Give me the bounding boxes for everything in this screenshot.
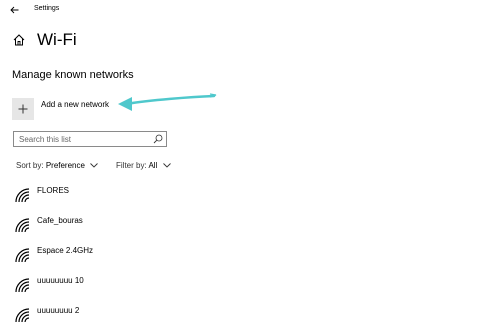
annotation-arrow [118, 93, 217, 111]
network-name: Espace 2.4GHz [37, 246, 94, 255]
chevron-down-icon [162, 163, 171, 169]
wifi-icon [15, 248, 30, 263]
wifi-icon [15, 278, 30, 293]
network-item[interactable]: FLORES [12, 180, 312, 210]
back-button[interactable] [6, 2, 22, 18]
network-item[interactable]: uuuuuuuu 10 [12, 270, 312, 300]
app-title: Settings [34, 5, 60, 12]
search-box [13, 131, 167, 147]
network-name: Cafe_bouras [37, 216, 83, 225]
plus-icon [18, 104, 28, 114]
chevron-down-icon [90, 163, 99, 169]
home-icon[interactable] [12, 33, 26, 47]
network-item[interactable]: uuuuuuuu 2 [12, 300, 312, 330]
page-title: Wi-Fi [37, 30, 77, 49]
add-network-label: Add a new network [41, 99, 110, 109]
search-input[interactable] [14, 132, 150, 146]
section-title: Manage known networks [12, 69, 134, 81]
network-item[interactable]: Espace 2.4GHz [12, 240, 312, 270]
title-bar: Settings [0, 0, 492, 20]
search-icon[interactable] [153, 134, 163, 144]
wifi-icon [15, 308, 30, 323]
back-arrow-icon [9, 6, 18, 14]
sort-value: Preference [45, 161, 85, 170]
network-name: FLORES [37, 186, 70, 195]
sort-label: Sort by: [16, 161, 44, 170]
network-name: uuuuuuuu 10 [37, 276, 84, 285]
filter-label: Filter by: [116, 161, 147, 170]
filter-value: All [148, 161, 158, 170]
add-network-button[interactable]: Add a new network [12, 97, 109, 121]
sort-dropdown[interactable]: Sort by: Preference [16, 161, 99, 170]
network-item[interactable]: Cafe_bouras [12, 210, 312, 240]
wifi-icon [15, 218, 30, 233]
network-name: uuuuuuuu 2 [37, 306, 80, 315]
filter-dropdown[interactable]: Filter by: All [116, 161, 171, 170]
wifi-icon [15, 188, 30, 203]
add-network-box[interactable] [12, 98, 34, 120]
